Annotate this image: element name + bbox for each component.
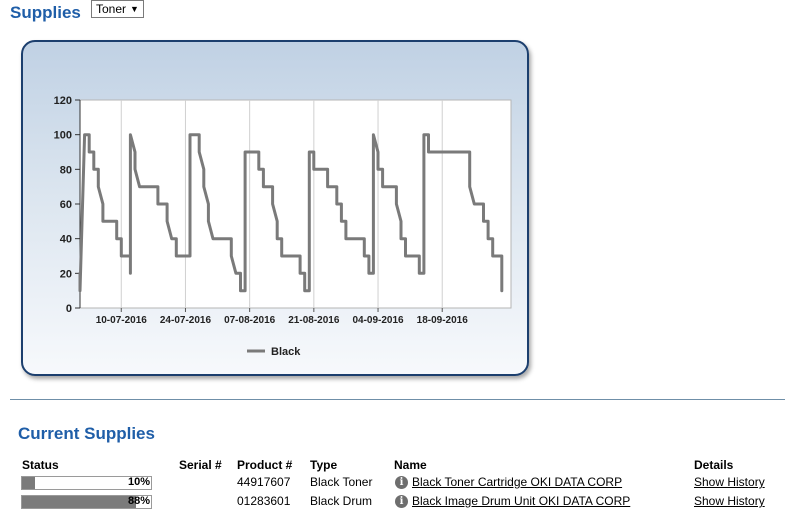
x-tick-label: 10-07-2016 [96,315,148,326]
header-type: Type [310,458,338,472]
page-title: Supplies [10,3,81,22]
y-tick-label: 60 [60,199,72,211]
type-drum: Black Drum [310,494,373,508]
type-toner: Black Toner [310,475,373,489]
x-tick-label: 21-08-2016 [288,315,340,326]
supply-type-select[interactable]: Toner ▼ [91,0,144,18]
supply-history-chart-panel: 10-07-2016 24-07-2016 07-08-2016 21-08-2016… [21,40,529,376]
product-toner: 44917607 [237,475,291,489]
x-tick-label: 24-07-2016 [160,315,212,326]
status-bar-drum: 88% [21,495,152,509]
status-bar-toner: 10% [21,476,152,490]
header-product: Product # [237,458,293,472]
y-tick-label: 0 [66,303,72,315]
y-tick-label: 20 [60,268,72,280]
x-tick-label: 04-09-2016 [352,315,404,326]
supply-history-chart: 10-07-2016 24-07-2016 07-08-2016 21-08-2016… [54,95,512,358]
show-history-link-drum[interactable]: Show History [694,494,765,508]
legend-label: Black [271,346,301,358]
header-status: Status [22,458,59,472]
info-icon[interactable]: i [395,495,408,508]
x-tick-label: 07-08-2016 [224,315,276,326]
dropdown-arrow-icon: ▼ [130,4,139,14]
info-icon[interactable]: i [395,476,408,489]
status-fill-toner [22,477,35,489]
y-tick-label: 40 [60,234,72,246]
name-link-drum[interactable]: Black Image Drum Unit OKI DATA CORP [412,494,630,508]
header-name: Name [394,458,427,472]
plot-area [79,99,512,309]
header-details: Details [694,458,734,472]
name-link-toner[interactable]: Black Toner Cartridge OKI DATA CORP [412,475,622,489]
status-percent-toner: 10% [127,476,150,488]
y-tick-label: 100 [54,130,72,142]
show-history-link-toner[interactable]: Show History [694,475,765,489]
section-divider [10,399,785,400]
product-drum: 01283601 [237,494,291,508]
y-tick-label: 80 [60,164,72,176]
supply-type-value: Toner [96,2,127,16]
header-serial: Serial # [179,458,222,472]
current-supplies-title: Current Supplies [18,424,155,443]
status-fill-drum [22,496,136,508]
status-percent-drum: 88% [127,495,150,507]
x-tick-label: 18-09-2016 [417,315,469,326]
y-tick-label: 120 [54,95,72,107]
